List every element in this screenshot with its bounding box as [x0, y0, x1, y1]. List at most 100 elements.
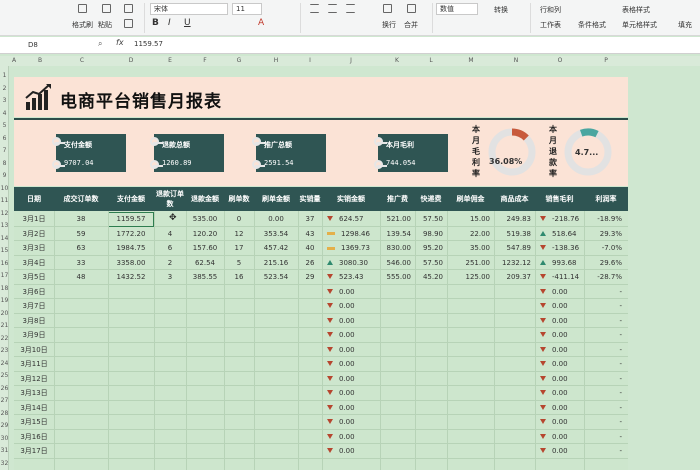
row-header[interactable]: 22	[0, 335, 9, 342]
table-cell[interactable]: 830.00	[380, 241, 415, 255]
table-cell[interactable]	[108, 314, 154, 328]
row-header[interactable]: 6	[0, 135, 9, 142]
row-header[interactable]: 15	[0, 247, 9, 254]
row-header[interactable]: 2	[0, 85, 9, 92]
row-header[interactable]: 16	[0, 260, 9, 267]
table-cell[interactable]	[54, 430, 108, 444]
table-cell[interactable]	[186, 372, 224, 386]
table-cell[interactable]	[380, 285, 415, 299]
table-cell[interactable]	[415, 285, 447, 299]
table-cell[interactable]: 120.20	[186, 227, 224, 241]
table-cell[interactable]: 1432.52	[108, 270, 154, 284]
table-style-button[interactable]: 表格样式	[622, 5, 650, 15]
table-cell[interactable]	[154, 328, 186, 342]
table-cell[interactable]	[54, 401, 108, 415]
table-cell[interactable]: -	[584, 357, 628, 371]
table-cell[interactable]	[154, 343, 186, 357]
row-header[interactable]: 31	[0, 447, 9, 454]
row-header[interactable]: 23	[0, 347, 9, 354]
column-header[interactable]: I	[305, 57, 315, 64]
table-cell[interactable]: 3月14日	[14, 401, 54, 415]
table-cell[interactable]: 3月3日	[14, 241, 54, 255]
table-cell[interactable]: 3月1日	[14, 212, 54, 226]
table-cell[interactable]	[447, 343, 494, 357]
table-cell[interactable]	[224, 328, 254, 342]
table-cell[interactable]	[154, 386, 186, 400]
table-cell[interactable]: 0.00	[322, 328, 380, 342]
wrap-icon[interactable]	[383, 4, 392, 13]
table-cell[interactable]	[494, 343, 535, 357]
table-cell[interactable]: 95.20	[415, 241, 447, 255]
table-cell[interactable]	[108, 285, 154, 299]
table-cell[interactable]	[186, 299, 224, 313]
table-cell[interactable]	[108, 401, 154, 415]
table-cell[interactable]	[447, 372, 494, 386]
table-cell[interactable]	[380, 386, 415, 400]
table-cell[interactable]	[54, 343, 108, 357]
row-header[interactable]: 7	[0, 147, 9, 154]
column-header[interactable]: N	[511, 57, 521, 64]
row-header[interactable]: 18	[0, 285, 9, 292]
table-cell[interactable]: 57.50	[415, 256, 447, 270]
table-cell[interactable]	[415, 386, 447, 400]
table-cell[interactable]: 209.37	[494, 270, 535, 284]
table-cell[interactable]	[380, 314, 415, 328]
merge-button[interactable]: 合并	[404, 20, 418, 30]
table-cell[interactable]: 1772.20	[108, 227, 154, 241]
row-header[interactable]: 25	[0, 372, 9, 379]
table-cell[interactable]	[298, 343, 322, 357]
column-header[interactable]: J	[346, 57, 356, 64]
cell-style-button[interactable]: 单元格样式	[622, 20, 657, 30]
table-cell[interactable]: 547.89	[494, 241, 535, 255]
row-header[interactable]: 11	[0, 197, 9, 204]
table-cell[interactable]: 6	[154, 241, 186, 255]
underline-button[interactable]: U	[184, 18, 191, 28]
table-cell[interactable]: -138.36	[535, 241, 584, 255]
table-cell[interactable]	[154, 372, 186, 386]
table-cell[interactable]: 29.6%	[584, 256, 628, 270]
table-cell[interactable]: 48	[54, 270, 108, 284]
table-cell[interactable]: 1984.75	[108, 241, 154, 255]
table-cell[interactable]	[415, 372, 447, 386]
table-cell[interactable]: 0.00	[322, 285, 380, 299]
table-cell[interactable]: 3358.00	[108, 256, 154, 270]
table-cell[interactable]	[447, 285, 494, 299]
table-cell[interactable]	[415, 299, 447, 313]
table-cell[interactable]	[298, 314, 322, 328]
table-cell[interactable]	[494, 285, 535, 299]
table-cell[interactable]	[154, 401, 186, 415]
row-header[interactable]: 8	[0, 160, 9, 167]
table-cell[interactable]	[447, 386, 494, 400]
row-header[interactable]: 4	[0, 110, 9, 117]
table-cell[interactable]: 0.00	[535, 357, 584, 371]
table-cell[interactable]	[54, 372, 108, 386]
table-cell[interactable]: 1369.73	[322, 241, 380, 255]
table-cell[interactable]	[254, 328, 298, 342]
table-cell[interactable]: 0.00	[322, 430, 380, 444]
paste-icon[interactable]	[102, 4, 111, 13]
row-header[interactable]: 13	[0, 222, 9, 229]
table-cell[interactable]: 519.38	[494, 227, 535, 241]
table-cell[interactable]	[298, 415, 322, 429]
table-cell[interactable]: 385.55	[186, 270, 224, 284]
copy-icon[interactable]	[124, 19, 133, 28]
table-cell[interactable]	[254, 285, 298, 299]
table-cell[interactable]	[298, 444, 322, 458]
row-header[interactable]: 9	[0, 172, 9, 179]
table-cell[interactable]: -	[584, 343, 628, 357]
table-cell[interactable]: 0.00	[322, 343, 380, 357]
row-header[interactable]: 21	[0, 322, 9, 329]
column-header[interactable]: M	[466, 57, 476, 64]
table-cell[interactable]: -	[584, 430, 628, 444]
table-cell[interactable]	[224, 430, 254, 444]
table-cell[interactable]: 29.3%	[584, 227, 628, 241]
table-cell[interactable]	[186, 314, 224, 328]
table-cell[interactable]	[254, 430, 298, 444]
table-cell[interactable]	[298, 386, 322, 400]
column-header[interactable]: K	[392, 57, 402, 64]
table-cell[interactable]	[380, 357, 415, 371]
row-header[interactable]: 20	[0, 310, 9, 317]
row-header[interactable]: 30	[0, 435, 9, 442]
table-cell[interactable]: 0.00	[535, 285, 584, 299]
table-cell[interactable]	[447, 357, 494, 371]
